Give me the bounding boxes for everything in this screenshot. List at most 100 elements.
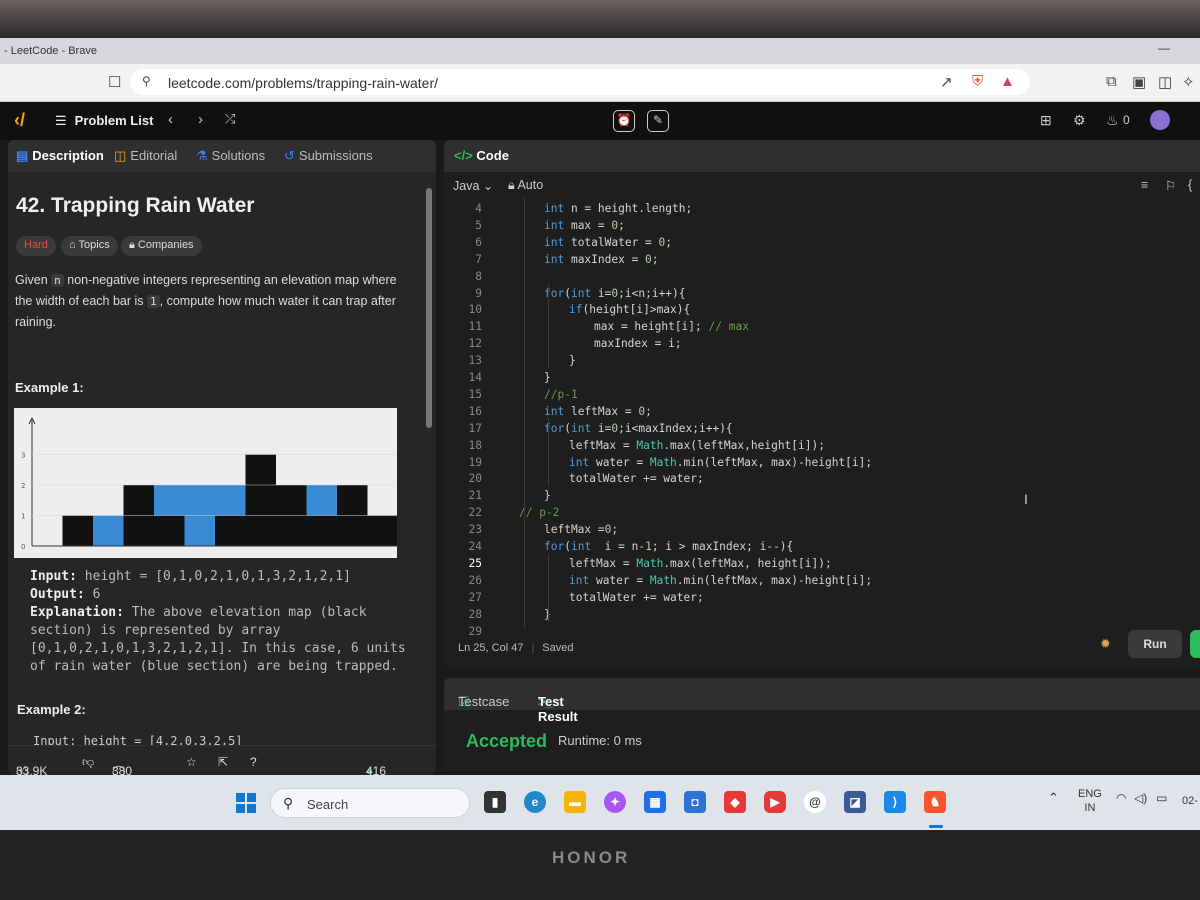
elevation-bar (306, 515, 337, 546)
bookmark-icon[interactable]: ☐ (108, 73, 121, 91)
threads-icon[interactable]: @ (804, 791, 826, 813)
sidebar-icon[interactable]: ▣ (1132, 73, 1146, 91)
share-link-icon[interactable]: ⇱ (218, 755, 228, 769)
code-line[interactable]: 17 for(int i=0;i<maxIndex;i++){ (444, 422, 1200, 439)
code-line[interactable]: 9 for(int i=0;i<n;i++){ (444, 287, 1200, 304)
language-select[interactable]: Java ⌄ (453, 178, 493, 193)
windows-start-icon[interactable] (236, 793, 256, 813)
leo-icon[interactable]: ✧ (1182, 73, 1195, 91)
code-line[interactable]: 12 maxIndex = i; (444, 337, 1200, 354)
edge-icon[interactable]: e (524, 791, 546, 813)
code-line[interactable]: 27 totalWater += water; (444, 591, 1200, 608)
brave-icon[interactable]: ♞ (924, 791, 946, 813)
help-icon[interactable]: ? (250, 755, 257, 769)
tray-overflow-icon[interactable]: ⌃ (1048, 791, 1059, 805)
code-line[interactable]: 10 if(height[i]>max){ (444, 303, 1200, 320)
line-number: 5 (475, 218, 482, 232)
notes-icon[interactable]: ✎ (647, 110, 669, 132)
wallet-icon[interactable]: ◫ (1158, 73, 1172, 91)
streak-fire-icon[interactable]: ♨ (1106, 112, 1119, 129)
battery-icon[interactable]: ▭ (1156, 791, 1167, 805)
code-line[interactable]: 14} (444, 371, 1200, 388)
photo-app-icon[interactable]: ◪ (844, 791, 866, 813)
layout-icon[interactable]: ⊞ (1040, 112, 1052, 129)
line-number: 19 (468, 455, 482, 469)
elevation-map-chart: 0 1 2 3 (14, 408, 403, 558)
description-scrollbar[interactable] (426, 188, 432, 428)
code-line[interactable]: 22 // p-2 (444, 506, 1200, 523)
code-line[interactable]: 23 leftMax =0; (444, 523, 1200, 540)
water-bar (306, 485, 337, 516)
tab-description[interactable]: ▤ Description (16, 148, 104, 164)
code-line[interactable]: 7 int maxIndex = 0; (444, 253, 1200, 270)
clock-date[interactable]: 02- (1182, 794, 1198, 808)
format-icon[interactable]: ≡ (1141, 178, 1148, 192)
star-icon[interactable]: ☆ (186, 755, 197, 769)
debug-icon[interactable]: ✹ (1100, 636, 1111, 652)
submit-button[interactable] (1190, 630, 1200, 658)
brave-shield-icon[interactable]: ⛨ (972, 73, 983, 90)
code-line[interactable]: 8 (444, 270, 1200, 287)
wifi-icon[interactable]: ◠ (1116, 791, 1126, 805)
code-line[interactable]: 15 //p-1 (444, 388, 1200, 405)
avatar[interactable] (1150, 110, 1170, 130)
code-line[interactable]: 24 for(int i = n-1; i > maxIndex; i--){ (444, 540, 1200, 557)
thumbs-down-icon[interactable]: 👎︎ (82, 755, 94, 770)
code-line[interactable]: 25 leftMax = Math.max(leftMax, height[i])… (444, 557, 1200, 574)
autocomplete-mode[interactable]: 🔒︎ Auto (508, 178, 543, 193)
language-indicator[interactable]: ENG IN (1078, 787, 1102, 815)
elevation-map-svg: 0 1 2 3 (21, 416, 403, 551)
companies-chip[interactable]: 🔒︎ Companies (121, 236, 202, 256)
code-line[interactable]: 21} (444, 489, 1200, 506)
code-line[interactable]: 11 max = height[i]; // max (444, 320, 1200, 337)
tab-editorial[interactable]: ◫ Editorial (114, 148, 177, 164)
random-problem-icon[interactable]: ⤮ (225, 111, 235, 127)
anydesk-icon[interactable]: ◆ (724, 791, 746, 813)
explanation-label: Explanation: (30, 605, 124, 620)
code-line[interactable]: 18 leftMax = Math.max(leftMax,height[i]); (444, 439, 1200, 456)
code-text: for(int i = n-1; i > maxIndex; i--){ (544, 540, 794, 553)
input-label: Input: (30, 569, 77, 584)
vscode-icon[interactable]: ⟩ (884, 791, 906, 813)
settings-gear-icon[interactable]: ⚙ (1073, 112, 1086, 129)
prev-problem-icon[interactable]: ‹ (168, 111, 173, 128)
topics-chip[interactable]: ⌂ Topics (61, 236, 118, 256)
code-line[interactable]: 29 (444, 625, 1200, 642)
volume-icon[interactable]: ◁) (1134, 791, 1147, 805)
timer-icon[interactable]: ⏰ (613, 110, 635, 132)
taskbar-search[interactable]: ⚲ Search (270, 788, 470, 818)
next-problem-icon[interactable]: › (198, 111, 203, 128)
leetcode-logo-icon[interactable]: ‹/ (14, 110, 25, 131)
extensions-icon[interactable]: ⧉ (1106, 73, 1117, 90)
code-line[interactable]: 19 int water = Math.min(leftMax, max)-hei… (444, 456, 1200, 473)
code-line[interactable]: 4 int n = height.length; (444, 202, 1200, 219)
code-line[interactable]: 26 int water = Math.min(leftMax, max)-hei… (444, 574, 1200, 591)
copilot-icon[interactable]: ✦ (604, 791, 626, 813)
remote-desktop-icon[interactable]: ◘ (684, 791, 706, 813)
problem-list-link[interactable]: ☰ Problem List (55, 113, 153, 129)
store-icon[interactable]: ▦ (644, 791, 666, 813)
code-line[interactable]: 5 int max = 0; (444, 219, 1200, 236)
bookmark-code-icon[interactable]: ⚐ (1165, 178, 1176, 193)
url-text[interactable]: leetcode.com/problems/trapping-rain-wate… (168, 75, 438, 91)
tab-submissions[interactable]: ↺ Submissions (284, 148, 373, 164)
task-view-icon[interactable]: ▮ (484, 791, 506, 813)
code-editor[interactable]: 4 int n = height.length; 5 int max = 0; 6 int… (444, 198, 1200, 638)
code-line[interactable]: 20 totalWater += water; (444, 472, 1200, 489)
brave-rewards-icon[interactable]: ▲ (1000, 73, 1015, 90)
youtube-icon[interactable]: ▶ (764, 791, 786, 813)
code-line[interactable]: 13} (444, 354, 1200, 371)
share-icon[interactable]: ↗ (940, 73, 953, 91)
run-button[interactable]: Run (1128, 630, 1182, 658)
tab-solutions[interactable]: ⚗ Solutions (196, 148, 265, 164)
minimize-icon[interactable]: — (1158, 41, 1170, 55)
line-number: 13 (468, 354, 482, 368)
code-line[interactable]: 28} (444, 608, 1200, 625)
code-line[interactable]: 16 int leftMax = 0; (444, 405, 1200, 422)
code-line[interactable]: 6 int totalWater = 0; (444, 236, 1200, 253)
site-info-icon[interactable]: ⚲ (142, 74, 151, 88)
expand-icon[interactable]: { (1188, 178, 1192, 192)
problem-title[interactable]: 42. Trapping Rain Water (16, 194, 254, 218)
output-label: Output: (30, 587, 85, 602)
file-explorer-icon[interactable]: ▬ (564, 791, 586, 813)
